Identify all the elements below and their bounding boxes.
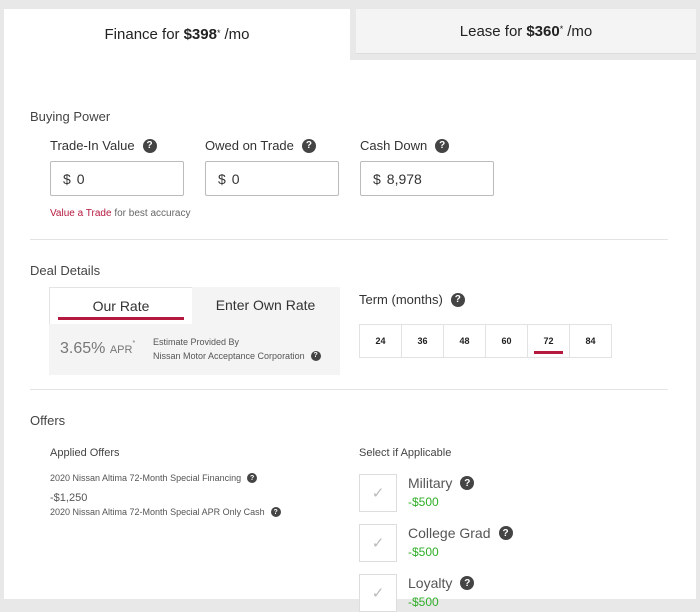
tab-finance-suffix: /mo [224, 26, 250, 43]
tab-lease-suffix: /mo [567, 22, 593, 40]
apr-mark: * [132, 340, 136, 347]
owed-value: 0 [231, 170, 240, 187]
tab-finance-prefix: Finance for [104, 26, 180, 43]
term-option[interactable]: 84 [569, 324, 612, 358]
select-if-applicable-title: Select if Applicable [359, 447, 452, 459]
loyalty-label-text: Loyalty [408, 575, 453, 591]
applied-offer-amount: -$1,250 [50, 492, 88, 504]
tab-finance-mark: * [216, 27, 221, 38]
currency-symbol: $ [218, 170, 226, 187]
military-label: Military ? [408, 475, 475, 491]
question-circle-icon[interactable]: ? [310, 351, 321, 361]
applied-offers-title: Applied Offers [50, 447, 120, 459]
term-option-label: 48 [459, 336, 470, 346]
college-grad-amount: -$500 [408, 545, 439, 559]
question-circle-icon[interactable]: ? [450, 292, 465, 307]
loyalty-checkbox[interactable]: ✓ [359, 574, 397, 612]
military-label-text: Military [408, 475, 453, 491]
estimate-line-1: Estimate Provided By [153, 337, 240, 347]
divider [30, 239, 668, 240]
loyalty-amount: -$500 [408, 595, 439, 609]
estimate-line-2: Nissan Motor Acceptance Corporation [153, 351, 305, 361]
term-selector: 24 36 48 60 72 84 [359, 324, 612, 358]
trade-note: Value a Trade for best accuracy [50, 208, 190, 219]
apr-value: 3.65% [60, 340, 106, 357]
question-circle-icon[interactable]: ? [247, 473, 258, 483]
trade-in-label: Trade-In Value ? [50, 138, 157, 153]
tab-enter-own-rate[interactable]: Enter Own Rate [191, 287, 340, 323]
cash-down-input[interactable]: $ 8,978 [360, 161, 494, 196]
question-circle-icon[interactable]: ? [460, 476, 475, 490]
tab-lease-mark: * [559, 24, 564, 34]
cash-down-label-text: Cash Down [360, 138, 428, 153]
term-option-label: 60 [501, 336, 512, 346]
term-label-text: Term (months) [359, 292, 443, 307]
term-label: Term (months) ? [359, 292, 465, 307]
owed-label-text: Owed on Trade [205, 138, 294, 153]
question-circle-icon[interactable]: ? [498, 526, 513, 540]
term-option[interactable]: 60 [485, 324, 528, 358]
applied-offer: 2020 Nissan Altima 72-Month Special APR … [50, 507, 281, 517]
term-option-label: 72 [543, 336, 554, 346]
question-circle-icon[interactable]: ? [435, 138, 450, 153]
divider [30, 389, 668, 390]
term-option-label: 36 [417, 336, 428, 346]
military-checkbox[interactable]: ✓ [359, 474, 397, 512]
check-icon: ✓ [371, 485, 385, 502]
college-grad-label: College Grad ? [408, 525, 513, 541]
active-tab-underline [58, 317, 184, 320]
currency-symbol: $ [373, 170, 381, 187]
term-option-label: 84 [585, 336, 596, 346]
owed-label: Owed on Trade ? [205, 138, 316, 153]
college-grad-checkbox[interactable]: ✓ [359, 524, 397, 562]
apr-display: 3.65% APR* [60, 340, 135, 358]
check-icon: ✓ [371, 535, 385, 552]
term-option-label: 24 [375, 336, 386, 346]
question-circle-icon[interactable]: ? [270, 507, 281, 517]
trade-in-input[interactable]: $ 0 [50, 161, 184, 196]
tab-lease-prefix: Lease for [459, 22, 523, 40]
trade-in-label-text: Trade-In Value [50, 138, 135, 153]
term-option-selected[interactable]: 72 [527, 324, 570, 358]
tab-lease[interactable]: Lease for $360 * /mo [356, 9, 696, 54]
buying-power-title: Buying Power [30, 109, 111, 124]
applied-offer: 2020 Nissan Altima 72-Month Special Fina… [50, 473, 258, 483]
question-circle-icon[interactable]: ? [460, 576, 475, 590]
owed-input[interactable]: $ 0 [205, 161, 339, 196]
apr-label: APR [109, 344, 133, 356]
college-grad-label-text: College Grad [408, 525, 491, 541]
tab-our-rate[interactable]: Our Rate [49, 287, 192, 324]
currency-symbol: $ [63, 170, 71, 187]
tab-our-rate-label: Our Rate [92, 298, 150, 314]
applied-offer-name: 2020 Nissan Altima 72-Month Special Fina… [50, 473, 242, 483]
cash-down-value: 8,978 [386, 170, 422, 187]
deal-details-title: Deal Details [30, 263, 101, 278]
question-circle-icon[interactable]: ? [142, 138, 157, 153]
trade-in-value: 0 [76, 170, 85, 187]
question-circle-icon[interactable]: ? [301, 138, 316, 153]
trade-note-text: for best accuracy [114, 208, 191, 219]
offers-title: Offers [30, 413, 66, 428]
tab-finance[interactable]: Finance for $398 * /mo [4, 9, 350, 60]
military-amount: -$500 [408, 495, 439, 509]
estimate-provider: Estimate Provided By Nissan Motor Accept… [153, 335, 321, 363]
loyalty-label: Loyalty ? [408, 575, 475, 591]
check-icon: ✓ [371, 585, 385, 602]
applied-offer-name: 2020 Nissan Altima 72-Month Special APR … [50, 507, 265, 517]
tab-finance-amount: $398 [183, 26, 217, 43]
cash-down-label: Cash Down ? [360, 138, 450, 153]
term-option[interactable]: 24 [359, 324, 402, 358]
value-a-trade-link[interactable]: Value a Trade [50, 208, 112, 219]
rate-box: Our Rate Enter Own Rate 3.65% APR* Estim… [49, 287, 340, 375]
tab-lease-amount: $360 [526, 22, 560, 40]
tab-own-rate-label: Enter Own Rate [215, 297, 316, 313]
term-option[interactable]: 36 [401, 324, 444, 358]
term-option[interactable]: 48 [443, 324, 486, 358]
